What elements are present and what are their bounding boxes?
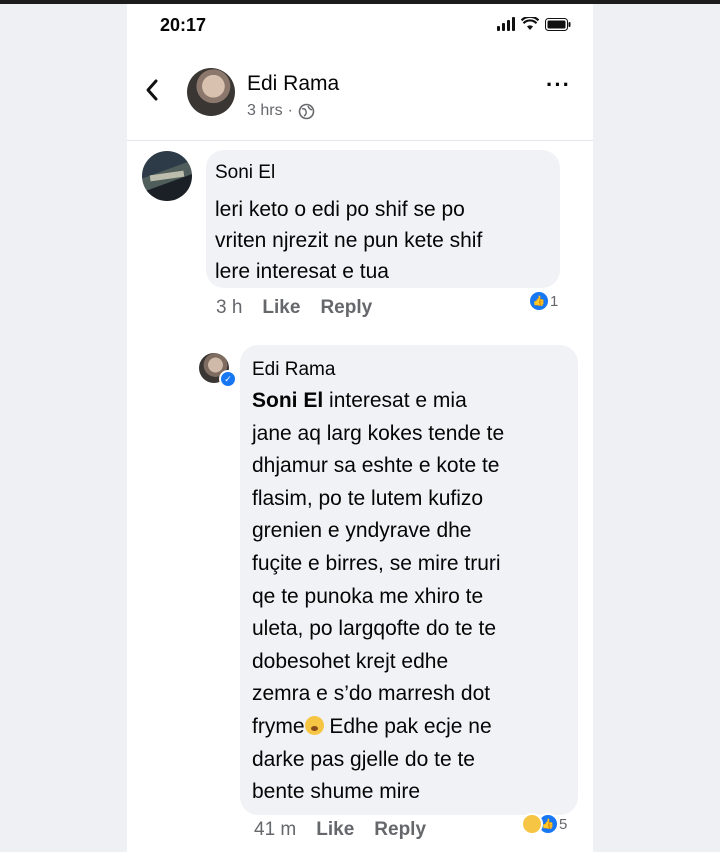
reply-reactions[interactable]: 👍 5 [521, 813, 567, 835]
reply-time: 41 m [254, 819, 297, 840]
battery-icon [545, 18, 571, 31]
author-name[interactable]: Edi Rama [247, 72, 339, 96]
post-time: 3 hrs [247, 102, 283, 119]
comment-time: 3 h [216, 297, 243, 318]
reply-actions: 41 m Like Reply [254, 819, 426, 841]
reply-reply-button[interactable]: Reply [374, 819, 426, 841]
more-options-icon[interactable]: ··· [546, 74, 571, 96]
signal-icon [497, 17, 515, 31]
comment-reactions[interactable]: 👍 1 [528, 290, 558, 312]
back-arrow-icon[interactable] [145, 78, 159, 102]
comment-author[interactable]: Soni El [215, 162, 275, 184]
reply-text-part1: interesat e mia jane aq larg kokes tende… [252, 389, 505, 738]
wifi-icon [521, 17, 539, 30]
status-icons [497, 17, 571, 31]
reply-text: Soni El interesat e mia jane aq larg kok… [252, 385, 576, 809]
reply-reaction-count: 5 [559, 815, 568, 833]
haha-reaction-icon [521, 813, 543, 835]
reply-mention[interactable]: Soni El [252, 389, 323, 412]
comment-text: leri keto o edi po shif se po vriten njr… [215, 198, 483, 283]
comment-bubble: Soni El leri keto o edi po shif se po vr… [206, 150, 560, 288]
meta-separator: · [287, 102, 293, 119]
author-avatar[interactable] [187, 68, 235, 116]
reply-bubble: Edi Rama Soni El interesat e mia jane aq… [240, 345, 578, 815]
comment-actions: 3 h Like Reply [216, 297, 372, 319]
reply-button[interactable]: Reply [320, 297, 372, 319]
status-time: 20:17 [160, 15, 207, 35]
reply-like-button[interactable]: Like [316, 819, 354, 841]
reaction-count: 1 [550, 292, 559, 310]
globe-icon [298, 103, 315, 119]
post-header: Edi Rama 3 hrs · ··· [127, 56, 593, 141]
status-bar: 20:17 [127, 4, 593, 48]
reply-author[interactable]: Edi Rama [252, 359, 335, 381]
verified-badge-icon: ✓ [219, 370, 237, 388]
like-reaction-icon: 👍 [528, 290, 550, 312]
hushed-face-emoji-icon [304, 715, 324, 735]
like-button[interactable]: Like [262, 297, 300, 319]
commenter-avatar[interactable] [142, 151, 192, 201]
post-meta: 3 hrs · [247, 102, 315, 120]
phone-screen: 20:17 Edi Rama 3 hrs · ··· Soni El leri … [127, 4, 593, 852]
